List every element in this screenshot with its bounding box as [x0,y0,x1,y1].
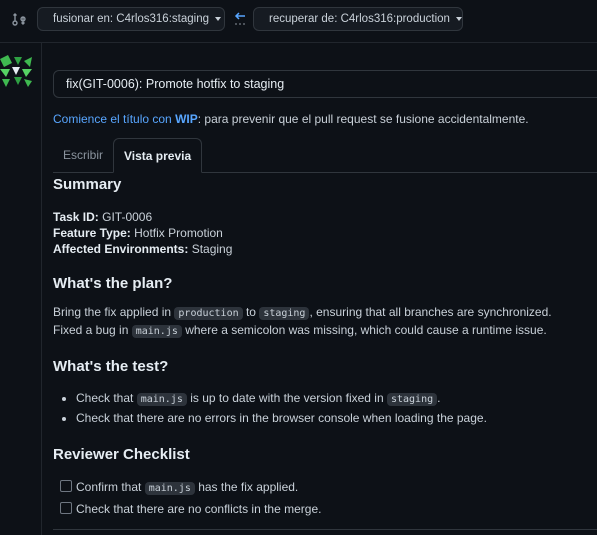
wip-tip-text: : para prevenir que el pull request se f… [197,112,529,126]
head-branch-select[interactable]: recuperar de: C4rlos316:production [253,7,463,31]
timeline-divider [41,43,42,535]
base-branch-select[interactable]: fusionar en: C4rlos316:staging [37,7,225,31]
wip-tip-link[interactable]: Comience el título con [53,112,172,126]
checklist-text: has the fix applied. [194,480,299,494]
affected-line: Affected Environments: Staging [53,241,593,257]
wip-keyword[interactable]: WIP [175,112,198,126]
list-text: Check that [76,391,137,405]
wip-tip: Comience el título con WIP: para preveni… [53,112,529,126]
head-branch-label: recuperar de: C4rlos316:production [269,13,450,25]
pr-title-value: fix(GIT-0006): Promote hotfix to staging [66,77,285,91]
plan-text: Fixed a bug in [53,323,132,337]
test-list: Check that main.js is up to date with th… [53,389,593,428]
avatar-identicon [0,55,32,87]
inline-code: staging [259,307,310,320]
editor-tabs: Escribir Vista previa [53,138,597,173]
plan-line-2: Fixed a bug in main.js where a semicolon… [53,322,593,340]
chevron-down-icon [455,16,462,21]
tab-write[interactable]: Escribir [53,138,113,172]
task-id-label: Task ID: [53,210,99,224]
plan-heading: What's the plan? [53,275,173,292]
feature-type-value: Hotfix Promotion [130,226,223,240]
feature-type-label: Feature Type: [53,226,131,240]
test-heading: What's the test? [53,358,169,375]
inline-code: production [174,307,243,320]
compare-bar: fusionar en: C4rlos316:staging recuperar… [0,0,597,43]
markdown-preview: Summary Task ID: GIT-0006 Feature Type: … [53,176,593,519]
preview-bottom-border [53,529,597,530]
checkbox[interactable] [60,480,72,492]
checklist-heading: Reviewer Checklist [53,446,190,463]
affected-label: Affected Environments: [53,242,189,256]
compare-branches-icon[interactable] [11,11,27,27]
tab-preview[interactable]: Vista previa [113,138,203,173]
inline-code: main.js [144,482,195,495]
checkbox[interactable] [60,502,72,514]
checklist-item: Confirm that main.js has the fix applied… [53,477,593,499]
list-text: . [437,391,441,405]
list-item: Check that there are no errors in the br… [76,409,593,428]
inline-code: main.js [136,393,187,406]
list-item: Check that main.js is up to date with th… [76,389,593,409]
list-text: is up to date with the version fixed in [186,391,387,405]
plan-line-1: Bring the fix applied in production to s… [53,304,593,322]
checklist-text: Check that there are no conflicts in the… [76,502,322,516]
plan-text: Bring the fix applied in [53,305,175,319]
checklist-text: Confirm that [76,480,145,494]
inline-code: main.js [131,325,182,338]
feature-type-line: Feature Type: Hotfix Promotion [53,225,593,241]
plan-text: , ensuring that all branches are synchro… [309,305,552,319]
checklist-item: Check that there are no conflicts in the… [53,499,593,519]
chevron-down-icon [215,16,221,21]
pr-title-input[interactable]: fix(GIT-0006): Promote hotfix to staging [53,70,597,98]
plan-text: to [242,305,260,319]
arrow-left-icon [234,12,245,25]
base-branch-label: fusionar en: C4rlos316:staging [53,13,209,25]
summary-heading: Summary [53,176,122,193]
task-id-value: GIT-0006 [98,210,153,224]
task-id-line: Task ID: GIT-0006 [53,209,593,225]
affected-value: Staging [188,242,233,256]
plan-text: where a semicolon was missing, which cou… [181,323,547,337]
inline-code: staging [386,393,438,406]
